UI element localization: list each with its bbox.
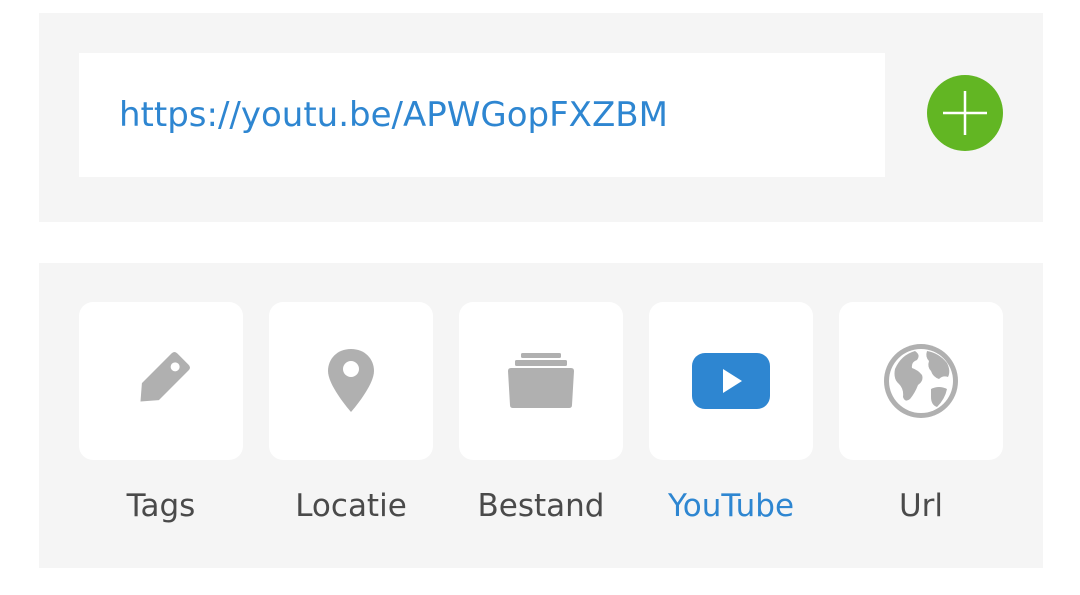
option-tile[interactable] xyxy=(269,302,433,460)
url-input[interactable] xyxy=(119,95,885,135)
globe-icon xyxy=(884,344,958,418)
option-label: Tags xyxy=(126,488,196,524)
location-pin-icon xyxy=(328,349,374,412)
option-tags[interactable]: Tags xyxy=(79,302,243,546)
option-tile[interactable] xyxy=(839,302,1003,460)
tag-icon xyxy=(140,352,190,402)
url-field-container[interactable] xyxy=(79,53,885,177)
option-bestand[interactable]: Bestand xyxy=(459,302,623,546)
option-tile[interactable] xyxy=(649,302,813,460)
option-youtube[interactable]: YouTube xyxy=(649,302,813,546)
option-locatie[interactable]: Locatie xyxy=(269,302,433,546)
url-input-panel xyxy=(39,13,1043,222)
option-tile[interactable] xyxy=(79,302,243,460)
option-label: Locatie xyxy=(295,488,407,524)
youtube-play-icon xyxy=(692,353,770,409)
option-label: Bestand xyxy=(477,488,605,524)
option-tile[interactable] xyxy=(459,302,623,460)
option-label: Url xyxy=(898,488,944,524)
plus-icon xyxy=(943,91,987,135)
option-label: YouTube xyxy=(667,488,795,524)
option-url[interactable]: Url xyxy=(839,302,1003,546)
add-button[interactable] xyxy=(927,75,1003,151)
attachment-options-panel: Tags Locatie Bestand YouTube Url xyxy=(39,263,1043,568)
folder-icon xyxy=(508,353,574,408)
